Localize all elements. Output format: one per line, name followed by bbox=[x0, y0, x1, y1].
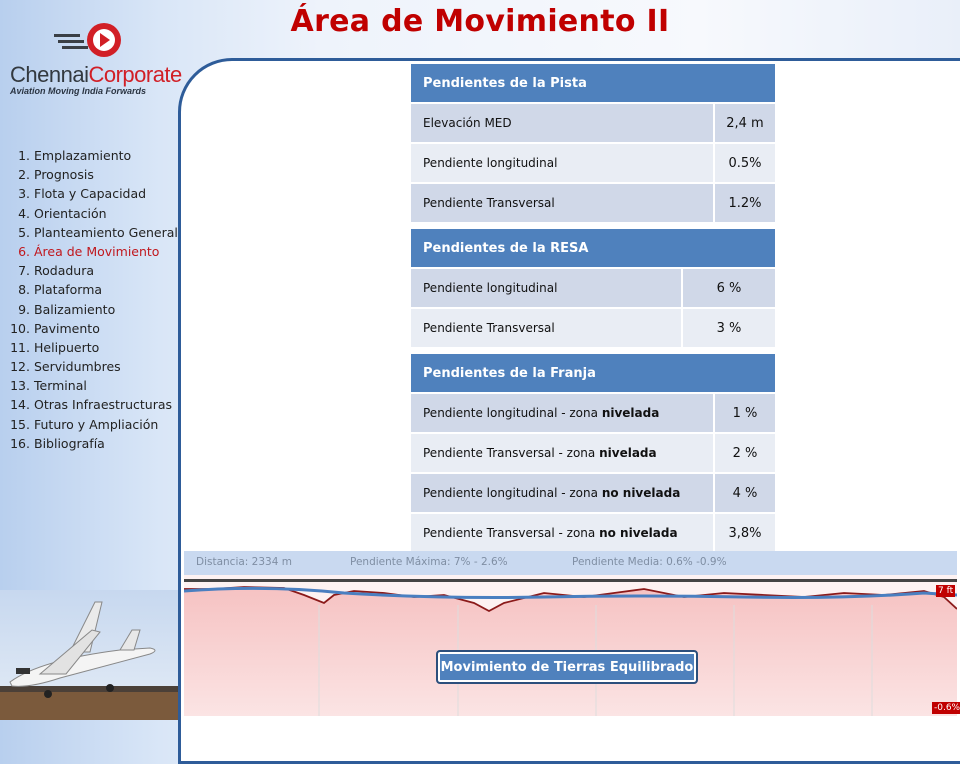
nav-item-label: Pavimento bbox=[34, 320, 100, 336]
nav-item[interactable]: 4. Orientación bbox=[6, 204, 182, 223]
table-header: Pendientes de la Pista bbox=[411, 64, 775, 102]
nav-item[interactable]: 6. Área de Movimiento bbox=[6, 242, 182, 261]
row-label: Pendiente Transversal - zona nivelada bbox=[411, 434, 715, 472]
logo-arrow-icon bbox=[54, 23, 121, 57]
row-label: Pendiente longitudinal bbox=[411, 144, 715, 182]
table-row: Pendiente Transversal 1.2% bbox=[411, 182, 775, 222]
nav-item-label: Servidumbres bbox=[34, 359, 121, 375]
nav-item-label: Planteamiento General bbox=[34, 224, 178, 240]
profile-bottom-tag: -0.6% bbox=[932, 702, 960, 714]
nav-item-number: 12. bbox=[10, 359, 30, 375]
elevation-profile: Distancia: 2334 m Pendiente Máxima: 7% -… bbox=[184, 551, 960, 716]
nav-item-number: 2. bbox=[18, 167, 30, 183]
nav-item-number: 4. bbox=[18, 205, 30, 221]
row-value: 2 % bbox=[732, 445, 758, 461]
row-value: 2,4 m bbox=[726, 115, 764, 131]
row-value: 6 % bbox=[716, 280, 742, 296]
profile-top-tag: 7 ft bbox=[936, 585, 956, 597]
nav-item-number: 1. bbox=[18, 148, 30, 163]
nav-item-label: Prognosis bbox=[34, 167, 94, 183]
row-value: 4 % bbox=[732, 485, 758, 501]
table-row: Pendiente Transversal 3 % bbox=[411, 307, 775, 347]
nav-item-label: Bibliografía bbox=[34, 435, 105, 451]
nav-item[interactable]: 2. Prognosis bbox=[6, 165, 182, 184]
section-nav: 1. Emplazamiento 2. Prognosis 3. Flota y Capa… bbox=[6, 146, 182, 453]
row-value: 3,8% bbox=[728, 525, 762, 541]
row-value: 3 % bbox=[716, 320, 742, 336]
table-row: Pendiente Transversal - zona no nivelada… bbox=[411, 512, 775, 552]
nav-item-label: Otras Infraestructuras bbox=[34, 397, 173, 413]
row-label: Elevación MED bbox=[411, 104, 715, 142]
nav-item[interactable]: 9. Balizamiento bbox=[6, 300, 182, 319]
nav-item-number: 9. bbox=[18, 301, 30, 317]
nav-item-number: 8. bbox=[18, 282, 30, 298]
table-row: Pendiente longitudinal 6 % bbox=[411, 267, 775, 307]
row-value: 1 % bbox=[732, 405, 758, 421]
balanced-earthworks-button[interactable]: Movimiento de Tierras Equilibrado bbox=[436, 650, 698, 684]
nav-item-label: Área de Movimiento bbox=[34, 243, 160, 259]
nav-item[interactable]: 1. Emplazamiento bbox=[6, 146, 182, 165]
profile-max-slope: Pendiente Máxima: 7% - 2.6% bbox=[350, 556, 508, 568]
logo-tagline: Aviation Moving India Forwards bbox=[10, 86, 147, 96]
nav-item[interactable]: 13. Terminal bbox=[6, 376, 182, 395]
nav-item-label: Emplazamiento bbox=[34, 148, 132, 163]
row-label: Pendiente Transversal - zona no nivelada bbox=[411, 514, 715, 552]
airplane-image bbox=[0, 590, 178, 720]
table-header: Pendientes de la RESA bbox=[411, 229, 775, 267]
row-label: Pendiente Transversal bbox=[411, 309, 683, 347]
nav-item[interactable]: 3. Flota y Capacidad bbox=[6, 184, 182, 203]
row-label: Pendiente longitudinal - zona nivelada bbox=[411, 394, 715, 432]
nav-item-number: 5. bbox=[18, 224, 30, 240]
table-header: Pendientes de la Franja bbox=[411, 354, 775, 392]
table-row: Elevación MED 2,4 m bbox=[411, 102, 775, 142]
table-row: Pendiente Transversal - zona nivelada 2 … bbox=[411, 432, 775, 472]
table-pendientes-resa: Pendientes de la RESA Pendiente longitud… bbox=[411, 229, 775, 347]
table-row: Pendiente longitudinal 0.5% bbox=[411, 142, 775, 182]
table-row: Pendiente longitudinal - zona nivelada 1… bbox=[411, 392, 775, 432]
nav-item-number: 3. bbox=[18, 186, 30, 202]
nav-item[interactable]: 15. Futuro y Ampliación bbox=[6, 415, 182, 434]
nav-item-number: 7. bbox=[18, 263, 30, 279]
row-label: Pendiente longitudinal bbox=[411, 269, 683, 307]
nav-item[interactable]: 5. Planteamiento General bbox=[6, 223, 182, 242]
table-row: Pendiente longitudinal - zona no nivelad… bbox=[411, 472, 775, 512]
nav-item[interactable]: 14. Otras Infraestructuras bbox=[6, 395, 182, 414]
nav-item[interactable]: 7. Rodadura bbox=[6, 261, 182, 280]
nav-item-label: Helipuerto bbox=[34, 339, 100, 355]
nav-item-number: 6. bbox=[18, 243, 30, 259]
row-value: 0.5% bbox=[728, 155, 762, 171]
nav-item-label: Orientación bbox=[34, 205, 107, 221]
nav-item[interactable]: 11. Helipuerto bbox=[6, 338, 182, 357]
nav-item[interactable]: 8. Plataforma bbox=[6, 280, 182, 299]
nav-item-label: Futuro y Ampliación bbox=[34, 416, 159, 432]
row-label: Pendiente Transversal bbox=[411, 184, 715, 222]
table-pendientes-pista: Pendientes de la Pista Elevación MED 2,4… bbox=[411, 64, 775, 222]
nav-item-number: 10. bbox=[10, 320, 30, 336]
row-value: 1.2% bbox=[728, 195, 762, 211]
nav-item-number: 14. bbox=[10, 397, 30, 413]
nav-item-number: 16. bbox=[10, 435, 30, 451]
row-label: Pendiente longitudinal - zona no nivelad… bbox=[411, 474, 715, 512]
nav-item[interactable]: 10. Pavimento bbox=[6, 319, 182, 338]
logo-wordmark: ChennaiCorporate bbox=[10, 62, 182, 87]
nav-item-label: Terminal bbox=[34, 378, 87, 394]
profile-distance: Distancia: 2334 m bbox=[196, 556, 292, 568]
nav-item-number: 11. bbox=[10, 339, 30, 355]
profile-mean-slope: Pendiente Media: 0.6% -0.9% bbox=[572, 556, 727, 568]
nav-item[interactable]: 12. Servidumbres bbox=[6, 357, 182, 376]
nav-item-number: 15. bbox=[10, 416, 30, 432]
chennai-corporate-logo: ChennaiCorporate Aviation Moving India F… bbox=[6, 20, 182, 102]
profile-graph bbox=[184, 575, 957, 716]
nav-item-number: 13. bbox=[10, 378, 30, 394]
table-pendientes-franja: Pendientes de la Franja Pendiente longit… bbox=[411, 354, 775, 552]
nav-item-label: Rodadura bbox=[34, 263, 95, 279]
nav-item-label: Balizamiento bbox=[34, 301, 116, 317]
nav-item-label: Plataforma bbox=[34, 282, 103, 298]
nav-item-label: Flota y Capacidad bbox=[34, 186, 147, 202]
profile-header: Distancia: 2334 m Pendiente Máxima: 7% -… bbox=[184, 551, 957, 575]
nav-item[interactable]: 16. Bibliografía bbox=[6, 434, 182, 453]
